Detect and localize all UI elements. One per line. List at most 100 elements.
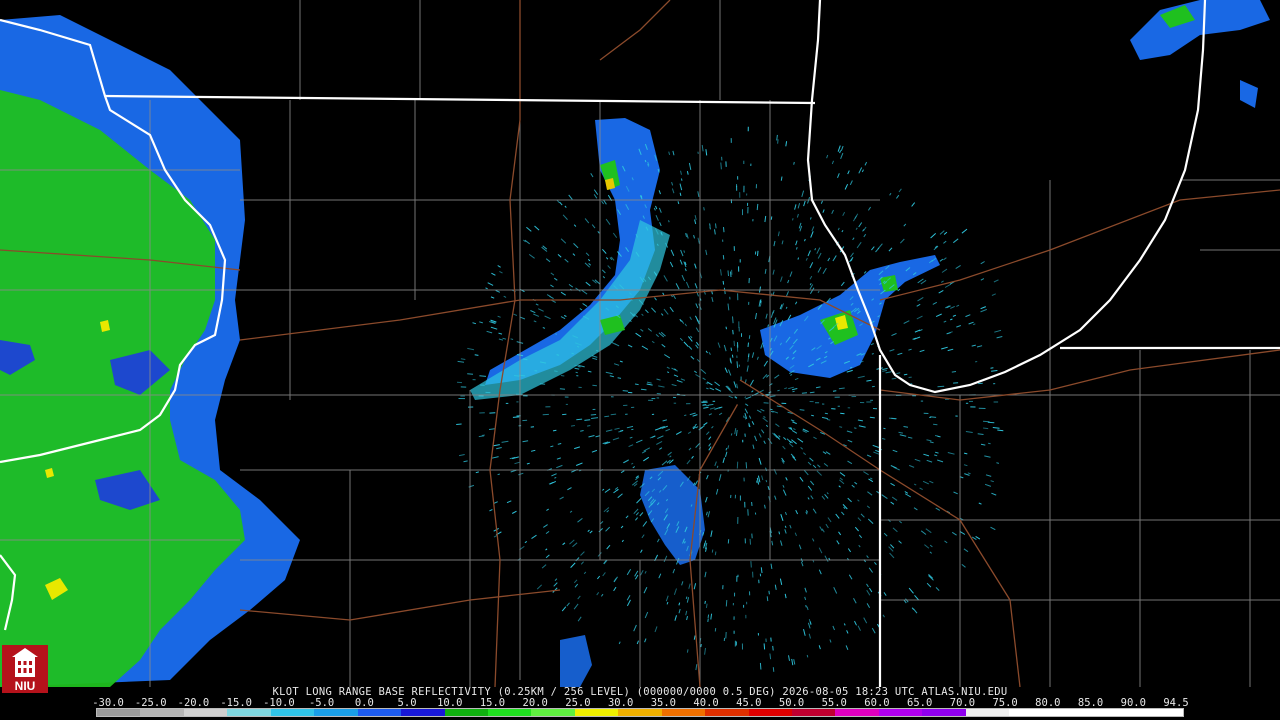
speckle-mark — [640, 388, 647, 391]
speckle-mark — [992, 427, 1000, 429]
speckle-mark — [622, 390, 629, 392]
speckle-mark — [777, 389, 780, 392]
speckle-mark — [748, 335, 751, 339]
speckle-mark — [733, 340, 735, 347]
scale-swatch — [661, 709, 706, 716]
speckle-mark — [556, 354, 560, 356]
speckle-mark — [732, 316, 734, 324]
speckle-mark — [686, 649, 689, 653]
speckle-mark — [745, 462, 748, 469]
speckle-mark — [777, 139, 779, 144]
speckle-mark — [584, 419, 591, 421]
speckle-mark — [576, 418, 583, 421]
speckle-mark — [731, 354, 734, 358]
speckle-mark — [705, 603, 708, 608]
speckle-mark — [730, 271, 732, 278]
scale-swatch — [705, 709, 749, 716]
speckle-mark — [700, 644, 702, 648]
speckle-mark — [853, 427, 857, 429]
scale-swatch — [314, 709, 358, 716]
scale-swatch — [748, 709, 792, 716]
speckle-mark — [604, 415, 610, 418]
speckle-mark — [756, 203, 759, 211]
speckle-mark — [769, 653, 772, 660]
speckle-mark — [772, 645, 774, 651]
speckle-mark — [571, 352, 575, 355]
scale-swatch — [401, 709, 445, 716]
speckle-mark — [725, 600, 728, 607]
speckle-mark — [933, 423, 938, 426]
speckle-mark — [983, 427, 989, 430]
speckle-mark — [937, 385, 945, 388]
scale-swatch — [183, 709, 228, 716]
speckle-mark — [560, 375, 565, 377]
speckle-mark — [554, 370, 558, 372]
speckle-mark — [811, 414, 815, 417]
scale-swatch — [487, 709, 532, 716]
speckle-mark — [474, 354, 479, 356]
speckle-mark — [587, 425, 591, 427]
scale-swatch — [140, 709, 184, 716]
speckle-mark — [765, 479, 768, 483]
speckle-mark — [723, 227, 725, 233]
speckle-mark — [552, 429, 557, 432]
speckle-mark — [784, 525, 787, 529]
speckle-mark — [730, 433, 733, 436]
speckle-mark — [514, 375, 521, 377]
speckle-mark — [456, 423, 462, 425]
speckle-mark — [644, 159, 647, 163]
speckle-mark — [801, 392, 808, 394]
scale-swatch — [1052, 709, 1097, 716]
speckle-mark — [497, 473, 500, 476]
scale-swatch — [227, 709, 271, 716]
speckle-mark — [715, 223, 717, 229]
speckle-mark — [610, 413, 617, 416]
radar-map — [0, 0, 1280, 687]
speckle-mark — [707, 614, 710, 618]
speckle-mark — [617, 377, 622, 379]
speckle-mark — [766, 596, 769, 602]
speckle-mark — [763, 643, 766, 650]
scale-swatch — [835, 709, 879, 716]
speckle-mark — [826, 418, 831, 421]
speckle-mark — [711, 549, 714, 553]
speckle-mark — [747, 342, 749, 347]
speckle-mark — [797, 257, 800, 260]
speckle-mark — [716, 465, 719, 468]
speckle-mark — [997, 429, 1004, 432]
speckle-mark — [849, 366, 853, 369]
speckle-mark — [703, 207, 705, 211]
speckle-mark — [684, 414, 687, 417]
scale-swatch — [792, 709, 836, 716]
speckle-mark — [799, 409, 805, 411]
speckle-mark — [481, 434, 485, 436]
color-scale-bar — [96, 708, 1184, 717]
speckle-mark — [578, 366, 581, 368]
speckle-mark — [709, 226, 711, 230]
scale-swatch — [357, 709, 402, 716]
speckle-mark — [937, 435, 941, 438]
speckle-mark — [722, 280, 725, 285]
speckle-mark — [592, 384, 597, 387]
speckle-mark — [770, 216, 773, 220]
speckle-mark — [722, 255, 725, 260]
speckle-mark — [736, 361, 739, 368]
speckle-mark — [930, 416, 937, 418]
scale-swatch — [878, 709, 923, 716]
speckle-mark — [730, 347, 733, 351]
speckle-mark — [704, 600, 706, 604]
radar-site-marker — [736, 396, 746, 406]
speckle-mark — [460, 358, 466, 360]
speckle-mark — [776, 134, 778, 141]
speckle-mark — [705, 404, 710, 407]
speckle-mark — [570, 425, 575, 427]
scale-swatch — [1139, 709, 1183, 716]
scale-swatch — [965, 709, 1010, 716]
speckle-mark — [510, 338, 514, 340]
speckle-mark — [744, 416, 747, 420]
speckle-mark — [631, 428, 634, 431]
speckle-mark — [539, 383, 546, 385]
speckle-mark — [708, 403, 714, 406]
speckle-mark — [488, 428, 495, 430]
speckle-mark — [891, 377, 897, 380]
